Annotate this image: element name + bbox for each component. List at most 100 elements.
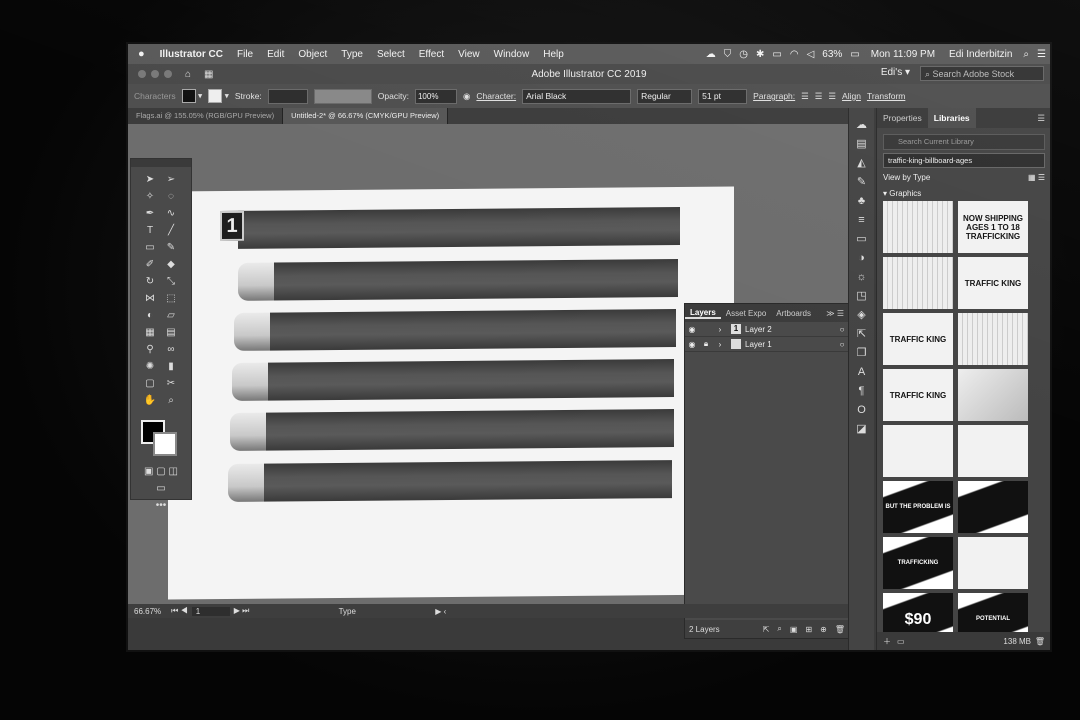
volume-icon[interactable]: ◁ — [803, 49, 819, 60]
font-style-field[interactable]: Regular — [637, 88, 693, 104]
layer-name[interactable]: Layer 1 — [745, 340, 835, 349]
tab-untitled-2[interactable]: Untitled-2* @ 66.67% (CMYK/GPU Preview) — [283, 108, 449, 124]
transform-link[interactable]: Transform — [867, 91, 905, 101]
expand-chevron-icon[interactable]: › — [713, 325, 727, 334]
menu-file[interactable]: File — [230, 49, 260, 60]
screen-mode-icon[interactable]: ▭ — [131, 483, 191, 494]
bluetooth-icon[interactable]: ✱ — [752, 49, 768, 60]
banner-bar-4[interactable] — [232, 359, 674, 401]
hand-tool-icon[interactable]: ✋ — [141, 394, 159, 408]
wifi-icon[interactable]: ◠ — [786, 49, 803, 60]
artboards-icon[interactable]: ❐ — [857, 344, 867, 363]
stroke-weight-field[interactable] — [267, 88, 308, 104]
recolor-icon[interactable]: ◉ — [463, 91, 470, 102]
export-icon[interactable]: ⇱ — [759, 625, 774, 634]
paragraph-icon[interactable]: ¶ — [859, 382, 865, 401]
edit-toolbar-icon[interactable]: ••• — [131, 500, 191, 511]
lock-icon[interactable]: 🔒︎ — [699, 339, 713, 349]
banner-bar-5[interactable] — [230, 409, 674, 451]
font-family-field[interactable]: Arial Black — [522, 88, 632, 104]
color-guide-icon[interactable]: ◭ — [857, 154, 865, 173]
type-tool-icon[interactable]: T — [141, 224, 159, 238]
zoom-level[interactable]: 66.67% — [128, 607, 167, 616]
shaper-tool-icon[interactable]: ✐ — [141, 258, 159, 272]
stroke-swatch-control[interactable]: ▾ — [208, 89, 229, 103]
direct-selection-tool-icon[interactable]: ➢ — [162, 173, 180, 187]
drawing-modes-icon[interactable]: ▣ ▢ ◫ — [131, 466, 191, 477]
clock-icon[interactable]: ◷ — [735, 49, 752, 60]
eye-icon[interactable]: ◉ — [685, 340, 699, 349]
menu-edit[interactable]: Edit — [260, 49, 291, 60]
library-tile[interactable]: BUT THE PROBLEM IS — [883, 481, 953, 533]
library-tile[interactable]: NOW SHIPPING AGES 1 TO 18 TRAFFICKING — [958, 201, 1028, 253]
rotate-tool-icon[interactable]: ↻ — [141, 275, 159, 289]
menu-window[interactable]: Window — [487, 49, 537, 60]
layer-name[interactable]: Layer 2 — [745, 325, 835, 334]
stroke-color-swatch[interactable] — [153, 432, 177, 456]
artboard-nav-next-icon[interactable]: ▶ ⏭ — [230, 606, 254, 616]
locate-object-icon[interactable]: ⌕ — [773, 624, 785, 634]
menu-type[interactable]: Type — [334, 49, 370, 60]
tab-asset-export[interactable]: Asset Expo — [721, 309, 771, 318]
mesh-tool-icon[interactable]: ▦ — [141, 326, 159, 340]
transparency-icon[interactable]: ◑ — [858, 249, 865, 268]
lasso-tool-icon[interactable]: ◌ — [162, 190, 180, 204]
graphics-section-header[interactable]: ▾ Graphics — [883, 189, 1045, 198]
menu-object[interactable]: Object — [291, 49, 334, 60]
display-icon[interactable]: ▭ — [768, 49, 785, 60]
status-menu-icon[interactable]: ▶ ‹ — [431, 607, 450, 616]
target-icon[interactable]: ○ — [835, 340, 849, 349]
panel-menu-icon[interactable]: ≫ ☰ — [821, 309, 849, 318]
libraries-menu-icon[interactable]: ☰ — [1031, 113, 1050, 124]
banner-bar-3[interactable] — [234, 309, 676, 351]
folder-icon[interactable]: ▭ — [891, 637, 905, 646]
tab-properties[interactable]: Properties — [877, 113, 928, 123]
scale-tool-icon[interactable]: ⤡ — [162, 275, 180, 289]
cc-libraries-icon[interactable]: ☁ — [856, 116, 867, 135]
perspective-grid-tool-icon[interactable]: ▱ — [162, 309, 180, 323]
banner-bar-1[interactable] — [238, 207, 680, 249]
trash-icon[interactable]: 🗑︎ — [1035, 637, 1045, 646]
library-tile[interactable] — [883, 257, 953, 309]
zoom-tool-icon[interactable]: ⌕ — [162, 394, 180, 408]
pathfinder-icon[interactable]: ◪ — [856, 420, 866, 439]
paintbrush-tool-icon[interactable]: ✎ — [162, 241, 180, 255]
align-right-icon[interactable]: ☰ — [828, 91, 836, 102]
graphic-styles-icon[interactable]: ◳ — [856, 287, 866, 306]
artboard-nav-icon[interactable]: ⏮ ◀ — [167, 606, 192, 616]
opacity-field[interactable]: 100% — [414, 88, 457, 104]
banner-bar-2[interactable] — [238, 259, 678, 301]
spotlight-search-icon[interactable]: ⌕ — [1019, 49, 1033, 60]
menu-help[interactable]: Help — [536, 49, 571, 60]
brushes-icon[interactable]: ✎ — [857, 173, 866, 192]
font-size-field[interactable]: 51 pt — [698, 88, 748, 104]
number-badge[interactable]: 1 — [220, 210, 244, 242]
eraser-tool-icon[interactable]: ◆ — [162, 258, 180, 272]
battery-icon[interactable]: ▭ — [846, 49, 863, 60]
selection-tool-icon[interactable]: ➤ — [141, 173, 159, 187]
eyedropper-tool-icon[interactable]: ⚲ — [141, 343, 159, 357]
menu-app[interactable]: Illustrator CC — [153, 49, 230, 60]
notification-center-icon[interactable]: ☰ — [1033, 49, 1050, 60]
layers-icon[interactable]: ◈ — [857, 306, 865, 325]
shield-icon[interactable]: ⛉ — [720, 49, 736, 60]
shape-builder-tool-icon[interactable]: ◐ — [141, 309, 159, 323]
view-by-type-dropdown[interactable]: View by Type — [883, 173, 930, 182]
tab-layers[interactable]: Layers — [685, 308, 721, 319]
pen-tool-icon[interactable]: ✒ — [141, 207, 159, 221]
workspace-switcher[interactable]: Edi's ▾ — [881, 67, 910, 78]
library-tile[interactable]: TRAFFIC KING — [958, 257, 1028, 309]
new-layer-icon[interactable]: ⊕ — [816, 625, 831, 634]
curvature-tool-icon[interactable]: ∿ — [162, 207, 180, 221]
menu-effect[interactable]: Effect — [412, 49, 451, 60]
eye-icon[interactable]: ◉ — [685, 325, 699, 334]
expand-chevron-icon[interactable]: › — [713, 340, 727, 349]
artboard-number[interactable]: 1 — [191, 606, 230, 616]
free-transform-tool-icon[interactable]: ⬚ — [162, 292, 180, 306]
artboard-tool-icon[interactable]: ▢ — [141, 377, 159, 391]
gradient-tool-icon[interactable]: ▤ — [162, 326, 180, 340]
new-sublayer-icon[interactable]: ⊞ — [801, 625, 816, 634]
library-tile[interactable] — [883, 425, 953, 477]
blend-tool-icon[interactable]: ∞ — [162, 343, 180, 357]
character-label[interactable]: Character: — [476, 91, 516, 101]
